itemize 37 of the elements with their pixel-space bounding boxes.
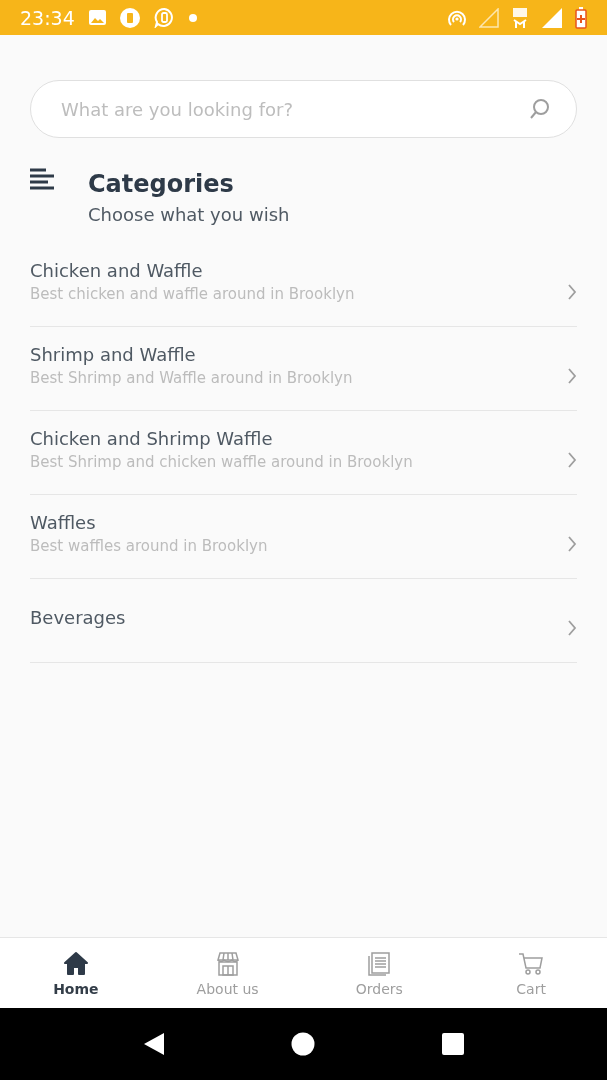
category-name: Waffles [30, 512, 97, 533]
category-item[interactable]: Chicken and Waffle Best chicken and waffle around in Brooklyn [30, 243, 577, 327]
signal-icon [541, 6, 563, 29]
section-subtitle: Choose what you wish [88, 204, 290, 225]
signal-icon [479, 7, 499, 28]
category-description: Best chicken and waffle around in Brooklyn [30, 285, 356, 303]
app-icon [119, 7, 140, 28]
nav-tab[interactable]: Home [0, 938, 152, 1008]
chevron-right-icon [567, 534, 577, 553]
category-item[interactable]: Chicken and Shrimp Waffle Best Shrimp and chicken waffle around in Brooklyn [30, 411, 577, 495]
search-field[interactable]: What are you looking for? [30, 80, 577, 138]
clock: 23:34 [20, 6, 75, 29]
category-description: Best Shrimp and chicken waffle around in Brooklyn [30, 453, 414, 471]
category-name: Chicken and Waffle [30, 260, 204, 281]
category-item[interactable]: Shrimp and Waffle Best Shrimp and Waffle around in Brooklyn [30, 327, 577, 411]
chat-icon [153, 7, 175, 28]
dot-icon [188, 13, 197, 22]
home-icon [61, 949, 90, 977]
category-name: Chicken and Shrimp Waffle [30, 428, 274, 449]
recents-icon[interactable] [441, 1033, 464, 1055]
section-title: Categories [88, 170, 235, 198]
category-description: Best Shrimp and Waffle around in Brooklyn [30, 369, 354, 387]
back-icon[interactable] [143, 1032, 166, 1056]
category-name: Shrimp and Waffle [30, 344, 197, 365]
category-description: Best waffles around in Brooklyn [30, 537, 269, 555]
chevron-right-icon [567, 618, 577, 637]
battery-icon [575, 6, 587, 29]
category-item[interactable]: Beverages [30, 579, 577, 663]
category-name: Beverages [30, 607, 127, 628]
category-item[interactable]: Waffles Best waffles around in Brooklyn [30, 495, 577, 579]
chevron-right-icon [567, 450, 577, 469]
search-icon [529, 98, 551, 120]
chevron-right-icon [567, 366, 577, 385]
image-icon [88, 10, 106, 25]
menu-icon[interactable] [30, 168, 54, 190]
chevron-right-icon [567, 282, 577, 301]
home-button-icon[interactable] [291, 1032, 316, 1056]
